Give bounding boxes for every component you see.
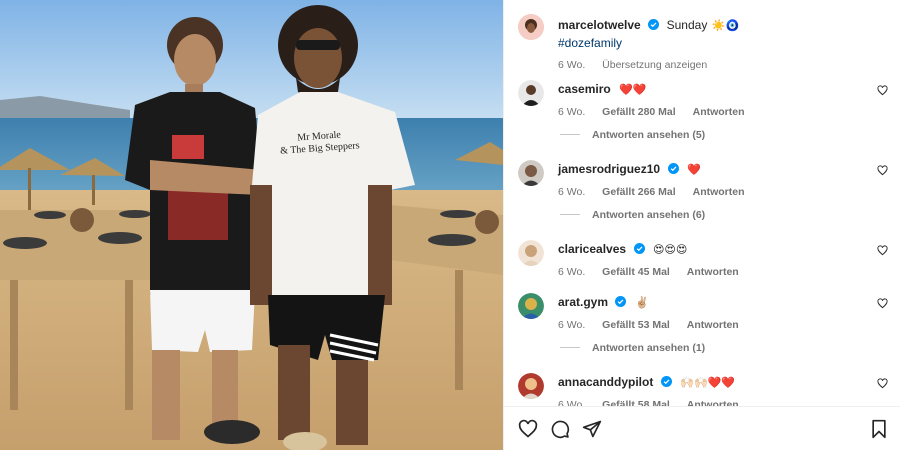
post-age: 6 Wo. — [558, 59, 586, 71]
view-replies-button[interactable]: Antworten ansehen (1) — [560, 342, 705, 354]
comment-username[interactable]: casemiro — [558, 82, 611, 96]
view-replies-button[interactable]: Antworten ansehen (6) — [560, 209, 705, 221]
comment-username[interactable]: arat.gym — [558, 295, 608, 309]
comment-like-icon[interactable] — [877, 298, 888, 309]
comment-meta: 6 Wo. Gefällt 45 Mal Antworten — [558, 266, 868, 278]
comment-username[interactable]: annacanddypilot — [558, 375, 653, 389]
comment-icon[interactable] — [550, 419, 570, 439]
verified-badge-icon — [660, 376, 672, 387]
comment-text: ❤️❤️ — [619, 83, 647, 96]
caption-text: Sunday — [666, 18, 708, 32]
view-replies-label[interactable]: Antworten ansehen (5) — [592, 129, 705, 141]
view-replies-label[interactable]: Antworten ansehen (1) — [592, 342, 705, 354]
comment-likes[interactable]: Gefällt 45 Mal — [602, 266, 670, 278]
like-icon[interactable] — [518, 419, 538, 439]
comment-item: annacanddypilot 🙌🏻🙌🏻❤️❤️ 6 Wo. Gefällt 5… — [518, 373, 888, 411]
comment-item: jamesrodriguez10 ❤️ 6 Wo. Gefällt 266 Ma… — [518, 160, 888, 200]
comment-text: ✌🏼 — [634, 296, 649, 309]
comment-text: 🙌🏻🙌🏻❤️❤️ — [680, 376, 736, 389]
replies-divider — [560, 347, 580, 348]
comment-username[interactable]: jamesrodriguez10 — [558, 162, 660, 176]
comment-like-icon[interactable] — [877, 165, 888, 176]
reply-button[interactable]: Antworten — [693, 186, 745, 198]
comments-panel: marcelotwelve Sunday ☀️🧿 #dozefamily 6 W… — [503, 0, 900, 450]
hashtag-link[interactable]: #dozefamily — [558, 36, 878, 50]
action-bar — [504, 406, 900, 450]
comment-item: arat.gym ✌🏼 6 Wo. Gefällt 53 Mal Antwort… — [518, 293, 888, 333]
comment-item: casemiro ❤️❤️ 6 Wo. Gefällt 280 Mal Antw… — [518, 80, 888, 120]
save-icon[interactable] — [869, 419, 889, 439]
comment-likes[interactable]: Gefällt 266 Mal — [602, 186, 676, 198]
replies-divider — [560, 214, 580, 215]
comment-like-icon[interactable] — [877, 378, 888, 389]
verified-badge-icon — [633, 243, 645, 254]
comment-like-icon[interactable] — [877, 85, 888, 96]
avatar[interactable] — [518, 80, 544, 106]
comment-item: claricealves 😍😍😍 6 Wo. Gefällt 45 Mal An… — [518, 240, 888, 280]
comment-username[interactable]: claricealves — [558, 242, 626, 256]
translate-link[interactable]: Übersetzung anzeigen — [602, 59, 707, 71]
reply-button[interactable]: Antworten — [687, 319, 739, 331]
share-icon[interactable] — [582, 419, 602, 439]
comment-text: 😍😍😍 — [652, 243, 688, 256]
comment-likes[interactable]: Gefällt 53 Mal — [602, 319, 670, 331]
comment-text: ❤️ — [686, 163, 701, 176]
avatar[interactable] — [518, 240, 544, 266]
comment-meta: 6 Wo. Gefällt 53 Mal Antworten — [558, 319, 868, 331]
reply-button[interactable]: Antworten — [687, 266, 739, 278]
caption-emoji: ☀️🧿 — [711, 19, 740, 32]
comment-age: 6 Wo. — [558, 106, 586, 118]
avatar[interactable] — [518, 14, 544, 40]
comment-meta: 6 Wo. Gefällt 280 Mal Antworten — [558, 106, 868, 118]
reply-button[interactable]: Antworten — [693, 106, 745, 118]
post-author[interactable]: marcelotwelve — [558, 18, 641, 32]
comment-likes[interactable]: Gefällt 280 Mal — [602, 106, 676, 118]
view-replies-button[interactable]: Antworten ansehen (5) — [560, 129, 705, 141]
replies-divider — [560, 134, 580, 135]
avatar[interactable] — [518, 373, 544, 399]
comment-meta: 6 Wo. Gefällt 266 Mal Antworten — [558, 186, 868, 198]
verified-badge-icon — [648, 19, 660, 30]
verified-badge-icon — [667, 163, 679, 174]
avatar[interactable] — [518, 160, 544, 186]
comment-age: 6 Wo. — [558, 319, 586, 331]
comment-age: 6 Wo. — [558, 186, 586, 198]
post-caption: marcelotwelve Sunday ☀️🧿 #dozefamily 6 W… — [518, 14, 888, 74]
verified-badge-icon — [615, 296, 627, 307]
comment-like-icon[interactable] — [877, 245, 888, 256]
caption-meta: 6 Wo. Übersetzung anzeigen — [558, 59, 878, 71]
view-replies-label[interactable]: Antworten ansehen (6) — [592, 209, 705, 221]
post-photo[interactable]: Mr Morale & The Big Steppers — [0, 0, 503, 450]
comment-age: 6 Wo. — [558, 266, 586, 278]
avatar[interactable] — [518, 293, 544, 319]
